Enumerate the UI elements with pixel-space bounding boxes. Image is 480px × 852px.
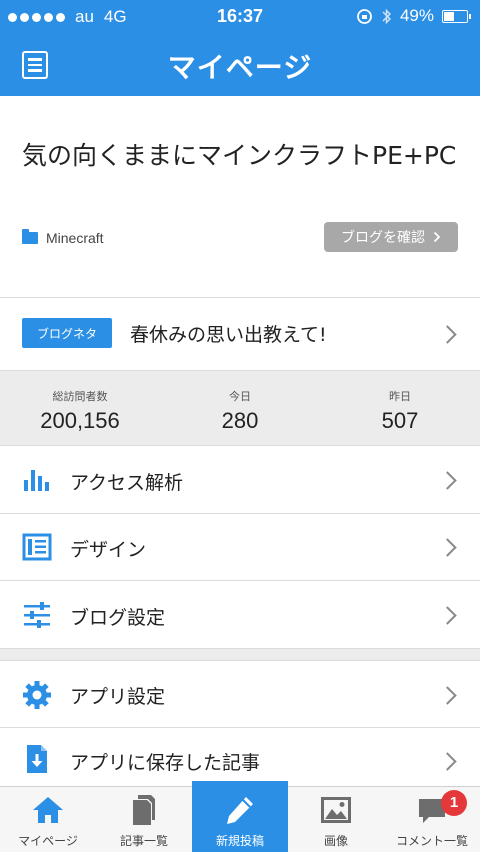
image-icon xyxy=(321,797,351,823)
blog-title: 気の向くままにマインクラフトPE+PC xyxy=(22,141,457,170)
category-label: Minecraft xyxy=(46,230,104,246)
battery-fill xyxy=(444,11,455,21)
blog-info-section: 気の向くままにマインクラフトPE+PC Minecraft ブログを確認 xyxy=(0,96,480,298)
folder-icon xyxy=(22,229,38,244)
access-stats: 総訪問者数 200,156 今日 280 昨日 507 xyxy=(0,370,480,446)
section-divider xyxy=(0,649,480,661)
stat-value: 200,156 xyxy=(40,408,120,433)
stat-value: 280 xyxy=(221,408,259,433)
menu-item-blog-settings[interactable]: ブログ設定 xyxy=(0,581,480,649)
blog-category[interactable]: Minecraft xyxy=(22,229,104,246)
chevron-right-icon xyxy=(438,471,457,490)
chevron-right-icon xyxy=(438,606,457,625)
nav-bar: マイページ xyxy=(0,34,480,96)
status-right: 49% xyxy=(356,6,471,26)
menu-item-label: アクセス解析 xyxy=(70,472,184,494)
battery-percent: 49% xyxy=(399,6,434,25)
menu-item-access-analysis[interactable]: アクセス解析 xyxy=(0,446,480,514)
stat-today: 今日 280 xyxy=(160,371,320,434)
chevron-right-icon xyxy=(438,325,457,344)
tab-new-post[interactable]: 新規投稿 xyxy=(192,781,288,852)
menu-item-app-settings[interactable]: アプリ設定 xyxy=(0,662,480,728)
bluetooth-icon xyxy=(382,8,392,24)
download-file-icon xyxy=(27,745,47,773)
layout-icon xyxy=(22,533,52,561)
pencil-icon xyxy=(227,797,253,824)
comment-notification-badge: 1 xyxy=(441,790,467,816)
stat-label: 昨日 xyxy=(389,390,411,403)
tab-label: 新規投稿 xyxy=(215,834,264,848)
view-blog-label: ブログを確認 xyxy=(341,230,425,246)
menu-item-label: デザイン xyxy=(70,539,147,561)
battery-icon xyxy=(442,9,471,23)
home-icon xyxy=(33,797,63,823)
view-blog-button[interactable]: ブログを確認 xyxy=(324,222,458,252)
blog-topic-row[interactable]: ブログネタ 春休みの思い出教えて! xyxy=(0,298,480,370)
gear-icon xyxy=(23,681,51,709)
chevron-right-icon xyxy=(438,538,457,557)
page-title: マイページ xyxy=(167,51,313,84)
stat-yesterday: 昨日 507 xyxy=(320,371,480,434)
chevron-right-icon xyxy=(433,231,441,243)
tab-bar: マイページ 記事一覧 新規投稿 画像 コメント一覧 xyxy=(0,781,480,852)
status-bar: au 4G 16:37 49% xyxy=(0,0,480,34)
stat-total-visitors: 総訪問者数 200,156 xyxy=(0,371,160,434)
tab-images[interactable]: 画像 xyxy=(288,787,384,852)
rotation-lock-icon xyxy=(357,8,372,24)
menu-item-label: アプリに保存した記事 xyxy=(70,752,261,774)
tab-label: コメント一覧 xyxy=(395,834,468,848)
bar-chart-icon xyxy=(24,470,49,491)
chevron-right-icon xyxy=(438,752,457,771)
menu-item-label: アプリ設定 xyxy=(70,686,166,708)
stat-label: 今日 xyxy=(229,390,251,403)
menu-item-design[interactable]: デザイン xyxy=(0,514,480,581)
documents-icon xyxy=(133,795,155,825)
stat-label: 総訪問者数 xyxy=(52,390,108,403)
tab-label: 画像 xyxy=(323,834,348,848)
tab-label: マイページ xyxy=(18,834,78,848)
blog-topic-badge: ブログネタ xyxy=(22,318,112,348)
sliders-icon xyxy=(24,602,50,628)
blog-topic-text: 春休みの思い出教えて! xyxy=(130,324,327,346)
menu-item-label: ブログ設定 xyxy=(70,607,166,629)
stat-value: 507 xyxy=(381,408,419,433)
chevron-right-icon xyxy=(438,686,457,705)
tab-articles[interactable]: 記事一覧 xyxy=(96,787,192,852)
tab-label: 記事一覧 xyxy=(119,834,168,848)
menu-item-saved-articles[interactable]: アプリに保存した記事 xyxy=(0,728,480,786)
tab-my-page[interactable]: マイページ xyxy=(0,787,96,852)
